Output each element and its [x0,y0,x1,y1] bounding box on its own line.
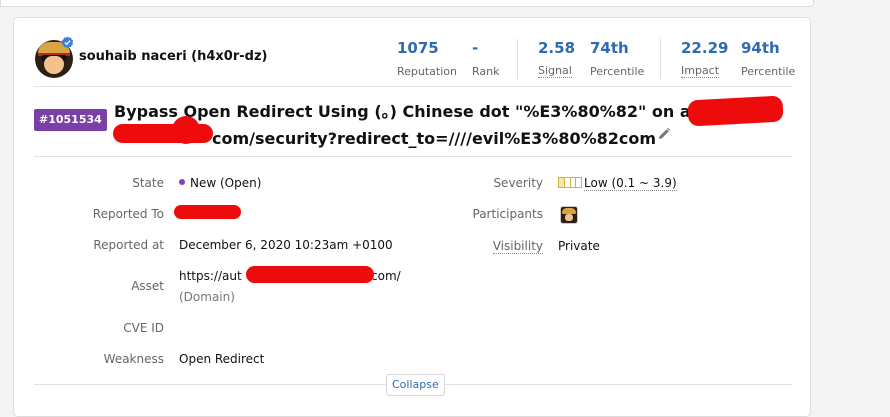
impact-percentile-label: Percentile [741,65,796,78]
report-id-badge[interactable]: #1051534 [34,109,107,131]
report-title: Bypass Open Redirect Using (。) Chinese d… [114,98,754,152]
weakness-label: Weakness [103,352,164,366]
redaction-mark [246,266,374,283]
asset-label: Asset [131,279,164,293]
asset-url-prefix[interactable]: https://aut [179,269,242,283]
rank-value: - [472,39,479,57]
collapse-button[interactable]: Collapse [386,374,445,396]
reputation-label: Reputation [397,65,457,78]
reported-at-label: Reported at [93,238,164,252]
severity-value[interactable]: Low (0.1 ~ 3.9) [584,176,677,191]
reporter-username[interactable]: souhaib naceri (h4x0r-dz) [79,49,267,64]
pencil-icon[interactable] [657,127,671,141]
reported-to-label: Reported To [92,207,164,221]
stats-divider [660,39,661,79]
state-dot-icon [179,179,185,185]
visibility-value: Private [558,239,600,253]
header-divider [34,86,792,87]
weakness-value[interactable]: Open Redirect [179,352,264,366]
state-label: State [132,176,164,190]
asset-url-suffix[interactable]: com/ [371,269,401,283]
reported-at-value: December 6, 2020 10:23am +0100 [179,238,393,252]
redaction-mark [174,205,241,219]
state-value: New (Open) [179,176,261,190]
impact-value: 22.29 [681,39,729,57]
impact-label[interactable]: Impact [681,65,720,78]
reputation-value: 1075 [397,39,439,57]
redaction-mark [687,95,784,127]
signal-percentile-label: Percentile [590,65,645,78]
asset-type: (Domain) [179,290,235,304]
severity-label: Severity [493,176,543,190]
signal-value: 2.58 [538,39,576,57]
redaction-mark [172,116,200,144]
stats-divider [517,39,518,79]
severity-meter-icon [558,177,582,188]
cve-id-label: CVE ID [123,321,164,335]
title-divider [34,156,792,157]
participant-avatar[interactable] [560,206,578,224]
impact-percentile-value: 94th [741,39,780,57]
report-title-line1: Bypass Open Redirect Using (。) Chinese d… [114,102,722,121]
signal-label[interactable]: Signal [538,65,572,78]
participants-label: Participants [472,207,544,221]
previous-card-edge [0,0,814,7]
rank-label: Rank [472,65,500,78]
verified-badge-icon [61,36,74,49]
visibility-label[interactable]: Visibility [443,239,543,254]
signal-percentile-value: 74th [590,39,629,57]
